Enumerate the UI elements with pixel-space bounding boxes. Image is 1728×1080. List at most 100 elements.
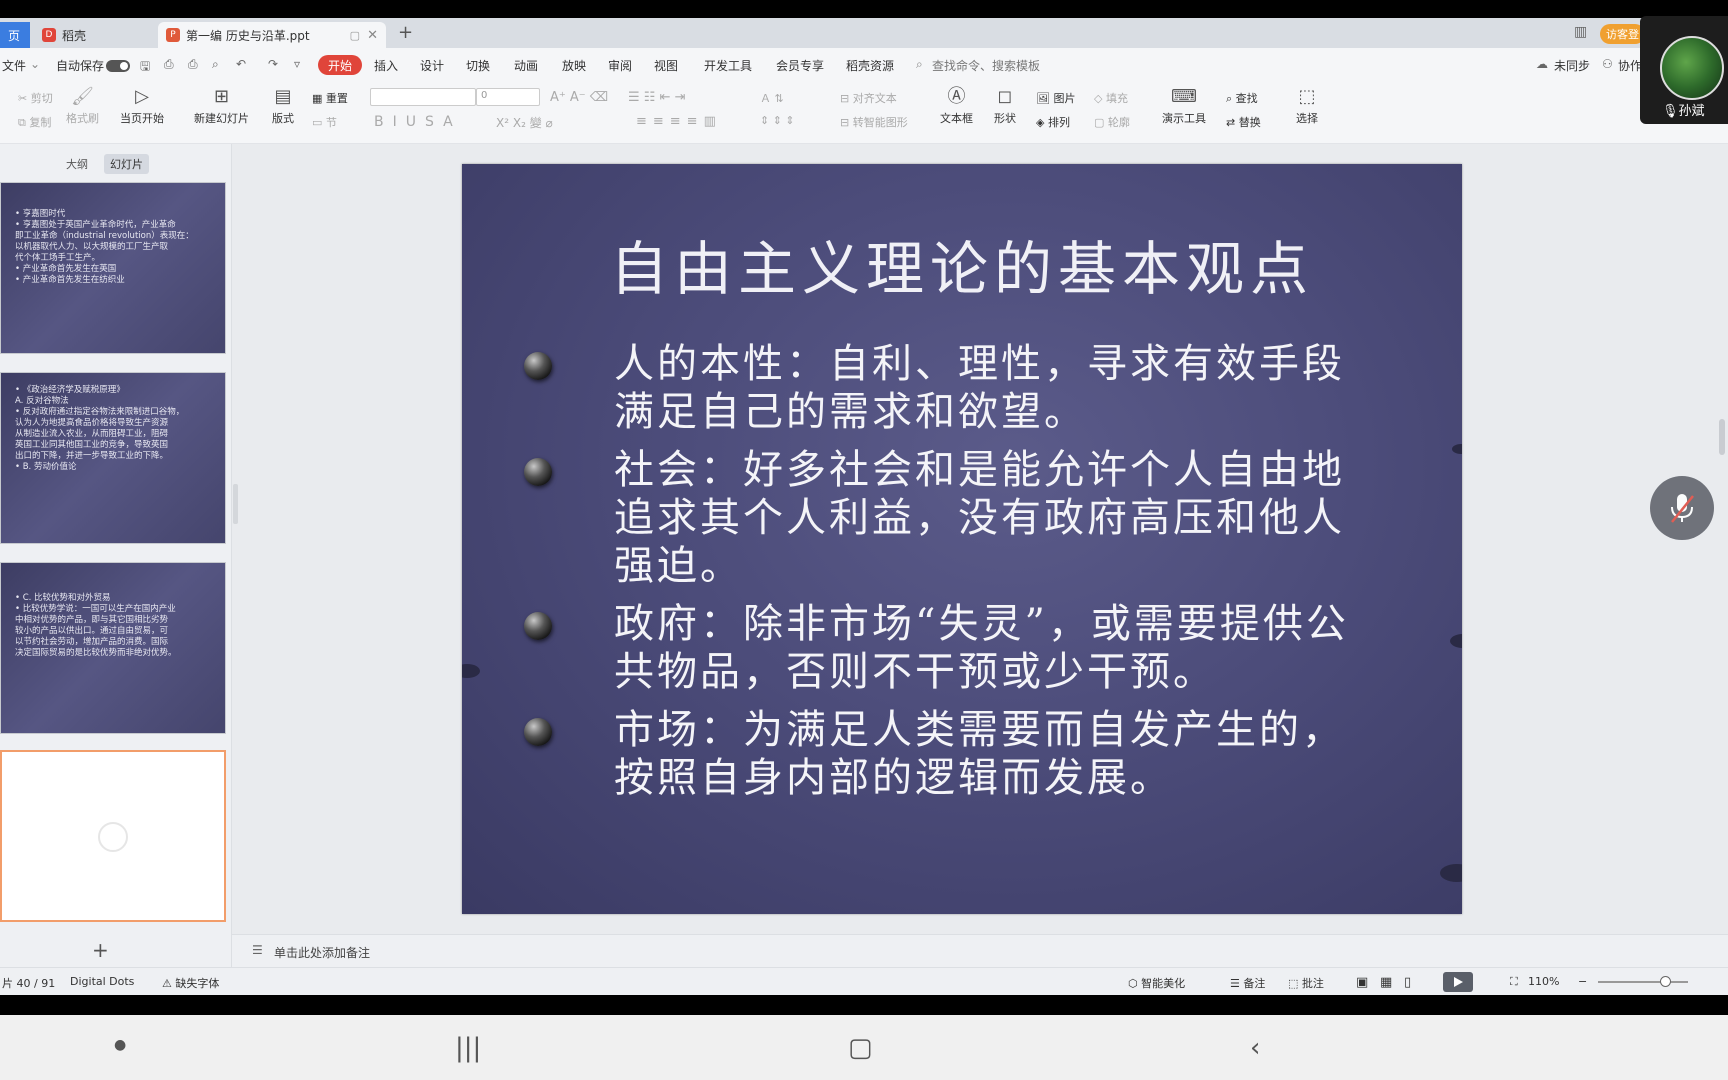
outline-button[interactable]: ▢ 轮廓	[1094, 114, 1130, 130]
align-text-button[interactable]: ⊟ 对齐文本	[840, 90, 897, 106]
reading-view-icon[interactable]: ▯	[1404, 975, 1411, 990]
notes-toggle-button[interactable]: ☰ 备注	[1230, 975, 1265, 991]
fit-window-icon[interactable]: ⛶	[1510, 975, 1518, 989]
list-icons[interactable]: ☰ ☷ ⇤ ⇥	[628, 90, 686, 105]
redo-icon[interactable]: ↷	[268, 57, 278, 71]
zoom-level[interactable]: 110%	[1528, 975, 1559, 988]
layout-toggle-icon[interactable]: ▥	[1574, 24, 1587, 40]
collab-button[interactable]: 协作	[1618, 57, 1642, 74]
copy-button[interactable]: ⧉ 复制	[18, 114, 51, 130]
slide-title[interactable]: 自由主义理论的基本观点	[462, 222, 1462, 306]
notes-area[interactable]: ☰ 单击此处添加备注	[232, 934, 1728, 967]
layout-button[interactable]: ▤ 版式	[272, 86, 294, 126]
scrollbar-thumb[interactable]	[1719, 419, 1725, 455]
text-direction-icon[interactable]: Ａ ⇅	[760, 90, 784, 106]
fill-button[interactable]: ◇ 填充	[1094, 90, 1128, 106]
line-spacing-icon[interactable]: ⇕ ⇕ ⇕	[760, 114, 795, 127]
menu-file[interactable]: 文件	[2, 57, 26, 74]
menu-slideshow[interactable]: 放映	[562, 57, 586, 74]
save-icon[interactable]: 🖫	[140, 57, 150, 78]
autosave-toggle[interactable]	[106, 60, 130, 72]
add-slide-button[interactable]: +	[92, 938, 109, 962]
play-from-current-button[interactable]: ▷ 当页开始	[120, 86, 164, 126]
slide-thumbnail-2[interactable]: • 《政治经济学及赋税原理》 A. 反对谷物法 • 反对政府通过指定谷物法来限制…	[0, 372, 226, 544]
menu-insert[interactable]: 插入	[374, 57, 398, 74]
home-nav-icon[interactable]: ▢	[848, 1033, 873, 1063]
export-pdf-icon[interactable]: ⎙	[164, 57, 174, 72]
tab-slides[interactable]: 幻灯片	[104, 154, 149, 174]
tab-outline[interactable]: 大纲	[60, 154, 94, 174]
vertical-scrollbar[interactable]	[1716, 144, 1728, 934]
panel-resize-handle[interactable]	[233, 484, 238, 524]
font-size-box[interactable]: 0	[476, 88, 540, 106]
textbox-label: 文本框	[940, 112, 973, 125]
tab-presentation[interactable]: P 第一编 历史与沿革.ppt ▢ ✕	[158, 22, 386, 48]
cut-button[interactable]: ✂ 剪切	[18, 90, 53, 106]
menu-review[interactable]: 审阅	[608, 57, 632, 74]
picture-button[interactable]: 🖼 图片	[1036, 90, 1075, 106]
bullet-text[interactable]: 市场：为满足人类需要而自发产生的，按照自身内部的逻辑而发展。	[614, 706, 1374, 802]
nav-dot-icon[interactable]: ●	[114, 1037, 126, 1053]
tab-restore-icon[interactable]: ▢	[350, 29, 360, 42]
guest-login-badge[interactable]: 访客登	[1600, 24, 1645, 44]
print-preview-icon[interactable]: ⌕	[212, 57, 219, 72]
format-painter-button[interactable]: 🖌 格式刷	[66, 86, 99, 126]
search-icon: ⌕	[916, 57, 923, 71]
comments-button[interactable]: ⬚ 批注	[1288, 975, 1324, 991]
section-button[interactable]: ▭ 节	[312, 114, 337, 130]
find-button[interactable]: ⌕ 查找	[1226, 90, 1258, 106]
textbox-button[interactable]: Ⓐ 文本框	[940, 86, 973, 126]
recent-apps-icon[interactable]: |||	[455, 1033, 481, 1063]
zoom-slider-track[interactable]	[1598, 981, 1688, 983]
tab-home[interactable]: 页	[0, 22, 30, 48]
paragraph-align-icons[interactable]: ≡≡≡≡▥	[636, 114, 722, 129]
customize-icon[interactable]: ▿	[294, 57, 300, 71]
menu-docer-resources[interactable]: 稻壳资源	[846, 57, 894, 74]
menu-design[interactable]: 设计	[420, 57, 444, 74]
menu-member[interactable]: 会员专享	[776, 57, 824, 74]
smart-beautify-button[interactable]: ⬡ 智能美化	[1128, 975, 1185, 991]
tab-close-icon[interactable]: ✕	[367, 28, 378, 43]
chevron-down-icon[interactable]: ⌄	[30, 57, 40, 71]
menu-transition[interactable]: 切换	[466, 57, 490, 74]
bullet-text[interactable]: 政府：除非市场“失灵”，或需要提供公共物品，否则不干预或少干预。	[614, 600, 1374, 696]
menu-developer[interactable]: 开发工具	[704, 57, 752, 74]
mute-microphone-button[interactable]	[1650, 476, 1714, 540]
smart-graphic-button[interactable]: ⊟ 转智能图形	[840, 114, 908, 130]
menu-animation[interactable]: 动画	[514, 57, 538, 74]
print-icon[interactable]: ⎙	[188, 57, 198, 72]
presenter-tools-button[interactable]: ⌨ 演示工具	[1162, 86, 1206, 126]
normal-view-icon[interactable]: ▣	[1356, 975, 1368, 990]
new-tab-icon[interactable]: +	[398, 22, 413, 43]
back-nav-icon[interactable]: ‹	[1250, 1033, 1260, 1063]
menu-view[interactable]: 视图	[654, 57, 678, 74]
slide-thumbnail-4-selected[interactable]	[0, 750, 226, 922]
font-grow-icon[interactable]: A⁺ A⁻ ⌫	[550, 90, 608, 105]
theme-name[interactable]: Digital Dots	[70, 975, 134, 988]
superscript-subscript-icons[interactable]: X² X₂ 變 ⌀	[496, 114, 553, 131]
reset-button[interactable]: ▦ 重置	[312, 90, 348, 106]
shape-button[interactable]: ◻ 形状	[994, 86, 1016, 126]
sync-status[interactable]: 未同步	[1554, 57, 1590, 74]
missing-font-button[interactable]: ⚠ 缺失字体	[162, 975, 219, 991]
slide-canvas[interactable]: 自由主义理论的基本观点 人的本性：自利、理性，寻求有效手段满足自己的需求和欲望。…	[462, 164, 1462, 914]
arrange-button[interactable]: ◈ 排列	[1036, 114, 1070, 130]
play-slideshow-button[interactable]	[1443, 972, 1473, 992]
text-style-icons[interactable]: BIUSA	[374, 114, 462, 130]
bullet-text[interactable]: 社会：好多社会和是能允许个人自由地追求其个人利益，没有政府高压和他人强迫。	[614, 446, 1374, 590]
zoom-slider-handle[interactable]	[1660, 976, 1671, 987]
font-name-box[interactable]	[370, 88, 476, 106]
select-button[interactable]: ⬚ 选择	[1296, 86, 1318, 126]
command-search[interactable]: 查找命令、搜索模板	[932, 57, 1040, 74]
undo-icon[interactable]: ↶	[236, 57, 246, 71]
menu-home[interactable]: 开始	[318, 55, 363, 75]
zoom-out-icon[interactable]: −	[1578, 975, 1587, 988]
slide-thumbnail-3[interactable]: • C. 比较优势和对外贸易 • 比较优势学说：一国可以生产在国内产业 中相对优…	[0, 562, 226, 734]
tab-docer[interactable]: D 稻壳	[34, 22, 154, 48]
bullet-text[interactable]: 人的本性：自利、理性，寻求有效手段满足自己的需求和欲望。	[614, 340, 1374, 436]
participant-video-tile[interactable]: 🎙孙斌	[1640, 16, 1728, 124]
replace-button[interactable]: ⇄ 替换	[1226, 114, 1261, 130]
sorter-view-icon[interactable]: ▦	[1380, 975, 1392, 990]
new-slide-button[interactable]: ⊞ 新建幻灯片	[194, 86, 249, 126]
slide-thumbnail-1[interactable]: • 亨嘉图时代 • 亨嘉图处于英国产业革命时代，产业革命 即工业革命（indus…	[0, 182, 226, 354]
